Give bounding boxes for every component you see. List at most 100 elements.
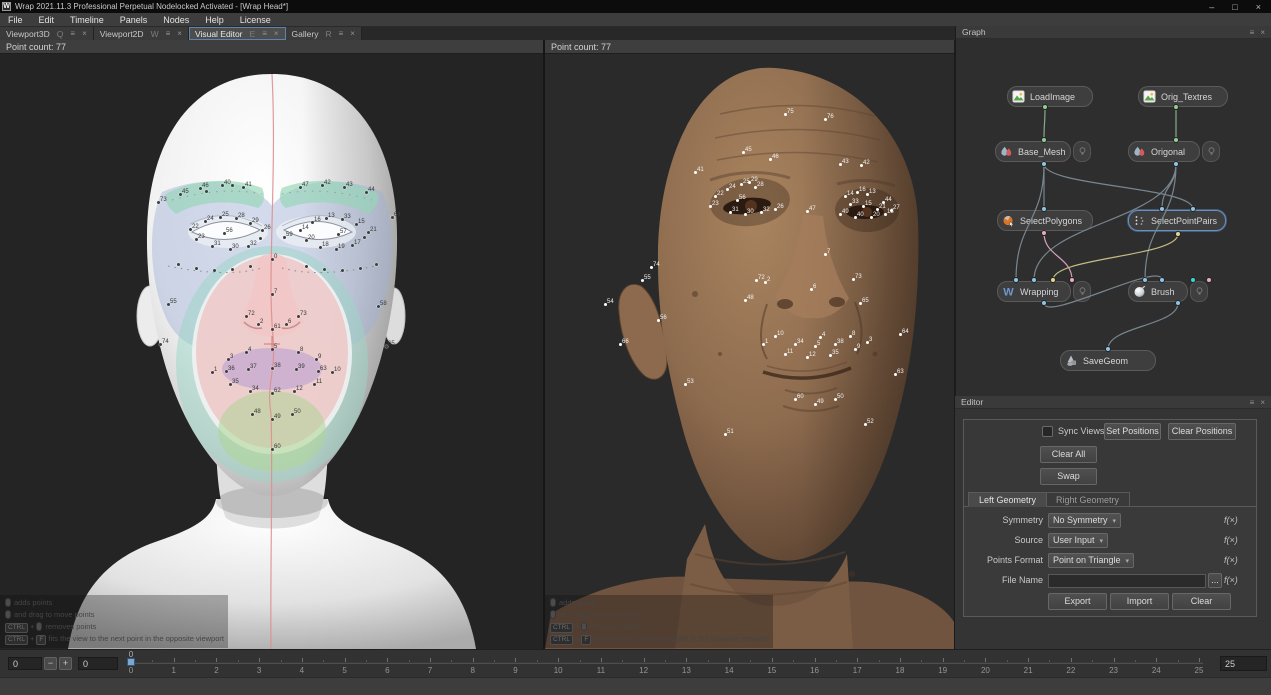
surface-point[interactable]: 55 xyxy=(167,303,170,306)
surface-point[interactable]: 44 xyxy=(882,201,885,204)
surface-point[interactable]: 73 xyxy=(852,278,855,281)
set-positions-button[interactable]: Set Positions xyxy=(1104,423,1161,440)
surface-point[interactable] xyxy=(231,268,234,271)
node-port-blue[interactable] xyxy=(1175,300,1181,306)
surface-point[interactable]: 4 xyxy=(819,336,822,339)
node-port-pink[interactable] xyxy=(1206,277,1212,283)
surface-point[interactable]: 76 xyxy=(824,118,827,121)
surface-point[interactable]: 30 xyxy=(229,248,232,251)
surface-point[interactable]: 74 xyxy=(650,266,653,269)
surface-point[interactable]: 35 xyxy=(829,354,832,357)
surface-point[interactable]: 24 xyxy=(204,220,207,223)
fx-expression-icon[interactable]: f(×) xyxy=(1224,575,1238,585)
surface-point[interactable]: 9 xyxy=(854,348,857,351)
graph-node-Orig_Textres[interactable]: Orig_Textres xyxy=(1138,86,1228,107)
surface-point[interactable]: 26 xyxy=(774,208,777,211)
surface-point[interactable]: 11 xyxy=(313,383,316,386)
surface-point[interactable]: 45 xyxy=(742,151,745,154)
surface-point[interactable]: 46 xyxy=(769,158,772,161)
surface-point[interactable]: 53 xyxy=(684,383,687,386)
close-icon[interactable]: × xyxy=(177,29,182,38)
surface-point[interactable]: 11 xyxy=(784,353,787,356)
surface-point[interactable]: 8 xyxy=(297,351,300,354)
surface-point[interactable]: 72 xyxy=(245,315,248,318)
surface-point[interactable]: 28 xyxy=(235,217,238,220)
surface-point[interactable] xyxy=(323,268,326,271)
surface-point[interactable]: 31 xyxy=(729,211,732,214)
surface-point[interactable]: 74 xyxy=(159,343,162,346)
graph-node-SelectPolygons[interactable]: SelectPolygons xyxy=(997,210,1093,231)
surface-point[interactable]: 54 xyxy=(604,303,607,306)
timeline-playhead[interactable] xyxy=(127,658,135,666)
surface-point[interactable]: 14 xyxy=(844,195,847,198)
surface-point[interactable]: 51 xyxy=(724,433,727,436)
surface-point[interactable]: 41 xyxy=(694,171,697,174)
surface-point[interactable]: 59 xyxy=(283,236,286,239)
source-dropdown[interactable]: User Input▾ xyxy=(1048,533,1108,548)
surface-point[interactable]: 36 xyxy=(225,370,228,373)
node-port-green[interactable] xyxy=(1173,104,1179,110)
hamburger-icon[interactable]: ≡ xyxy=(166,29,171,38)
surface-point[interactable]: 64 xyxy=(391,216,394,219)
hamburger-icon[interactable]: ≡ xyxy=(262,29,267,38)
surface-point[interactable]: 5 xyxy=(271,348,274,351)
timeline-track[interactable] xyxy=(127,662,1203,664)
surface-point[interactable]: 65 xyxy=(859,302,862,305)
surface-point[interactable] xyxy=(177,263,180,266)
surface-point[interactable]: 73 xyxy=(297,315,300,318)
surface-point[interactable] xyxy=(259,237,262,240)
node-port-blue[interactable] xyxy=(1041,161,1047,167)
surface-point[interactable]: 39 xyxy=(295,368,298,371)
surface-point[interactable]: 10 xyxy=(331,371,334,374)
menu-timeline[interactable]: Timeline xyxy=(62,13,112,27)
surface-point[interactable]: 62 xyxy=(271,392,274,395)
tab-viewport2d[interactable]: Viewport2D W ≡ × xyxy=(94,27,189,40)
surface-point[interactable]: 32 xyxy=(760,211,763,214)
close-icon[interactable]: × xyxy=(82,29,87,38)
surface-point[interactable]: 21 xyxy=(876,208,879,211)
surface-point[interactable]: 42 xyxy=(860,164,863,167)
surface-point[interactable]: 22 xyxy=(189,228,192,231)
surface-point[interactable]: 75 xyxy=(784,113,787,116)
frame-increment-button[interactable]: + xyxy=(59,657,72,670)
surface-point[interactable]: 16 xyxy=(856,191,859,194)
surface-point[interactable]: 63 xyxy=(894,373,897,376)
hamburger-icon[interactable]: ≡ xyxy=(1250,28,1255,37)
surface-point[interactable]: 7 xyxy=(824,253,827,256)
surface-point[interactable]: 20 xyxy=(305,239,308,242)
surface-point[interactable]: 64 xyxy=(899,333,902,336)
surface-point[interactable]: 57 xyxy=(337,233,340,236)
surface-point[interactable]: 12 xyxy=(293,390,296,393)
surface-point[interactable]: 24 xyxy=(726,188,729,191)
scan-3d-canvas[interactable]: 4145464342757622242528292331303226561416… xyxy=(545,54,954,649)
surface-point[interactable] xyxy=(375,263,378,266)
surface-point[interactable]: 21 xyxy=(367,231,370,234)
surface-point[interactable]: 45 xyxy=(179,193,182,196)
sync-views-checkbox[interactable] xyxy=(1042,426,1053,437)
surface-point[interactable]: 46 xyxy=(199,187,202,190)
menu-nodes[interactable]: Nodes xyxy=(155,13,197,27)
surface-point[interactable]: 43 xyxy=(839,163,842,166)
file-name-input[interactable] xyxy=(1048,574,1206,588)
graph-node-Base_Mesh[interactable]: Base_Mesh xyxy=(995,141,1091,162)
basemesh-3d-canvas[interactable]: 7345464041474243446422242528292623313032… xyxy=(0,54,543,649)
surface-point[interactable] xyxy=(341,269,344,272)
surface-point[interactable]: 32 xyxy=(247,245,250,248)
tab-viewport3d[interactable]: Viewport3D Q ≡ × xyxy=(0,27,94,40)
window-close-icon[interactable]: × xyxy=(1256,2,1261,12)
minimize-icon[interactable]: – xyxy=(1209,2,1214,12)
points-format-dropdown[interactable]: Point on Triangle▾ xyxy=(1048,553,1134,568)
surface-point[interactable] xyxy=(363,236,366,239)
surface-point[interactable]: 56 xyxy=(736,199,739,202)
surface-point[interactable]: 1 xyxy=(762,343,765,346)
surface-point[interactable]: 61 xyxy=(271,328,274,331)
surface-point[interactable]: 33 xyxy=(341,218,344,221)
symmetry-dropdown[interactable]: No Symmetry▾ xyxy=(1048,513,1121,528)
surface-point[interactable]: 8 xyxy=(849,335,852,338)
frame-decrement-button[interactable]: − xyxy=(44,657,57,670)
surface-point[interactable]: 56 xyxy=(223,232,226,235)
graph-node-Wrapping[interactable]: WWrapping xyxy=(997,281,1091,302)
surface-point[interactable]: 29 xyxy=(249,222,252,225)
clear-positions-button[interactable]: Clear Positions xyxy=(1168,423,1236,440)
surface-point[interactable]: 27 xyxy=(890,209,893,212)
